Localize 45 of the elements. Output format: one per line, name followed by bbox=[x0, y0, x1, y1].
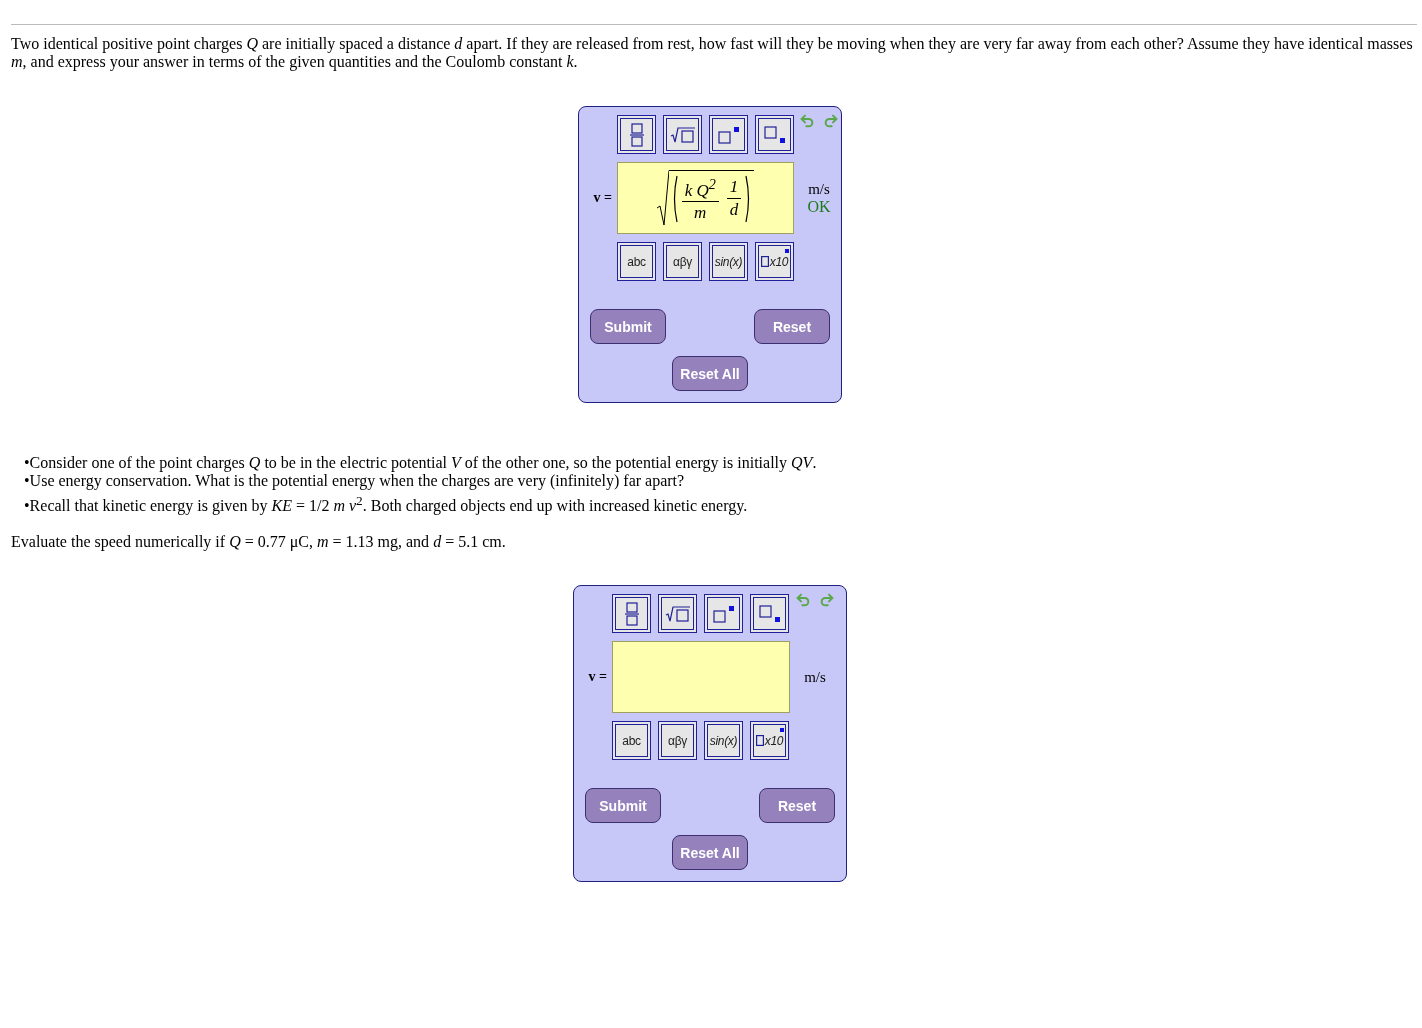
box-icon bbox=[760, 256, 769, 267]
superscript-icon bbox=[712, 604, 735, 623]
status-label: OK bbox=[807, 198, 831, 216]
scientific-notation-button[interactable]: x10 bbox=[750, 721, 789, 761]
fraction-icon bbox=[629, 122, 644, 147]
square-root-icon bbox=[664, 605, 691, 622]
template-button[interactable] bbox=[663, 115, 702, 154]
denominator: d bbox=[729, 199, 739, 220]
numerator: 1 bbox=[726, 177, 742, 199]
hint-text: •Use energy conservation. What is the potential energy when the charges are very (infinitely) far apart? bbox=[24, 472, 686, 490]
exponent-box-icon bbox=[785, 249, 789, 253]
variable-label: v = bbox=[593, 190, 612, 206]
answer-field[interactable]: k Q$^{2}$ m 1 d bbox=[617, 162, 794, 234]
palette-button[interactable]: sin(x) bbox=[709, 242, 748, 281]
denominator: m bbox=[694, 202, 707, 224]
variable-label: v = bbox=[588, 669, 607, 686]
hint-text: •Recall that kinetic energy is given by KE = 1/2 m v$^{2}$. Both charged objects end up with increased kinetic energy. bbox=[24, 492, 749, 517]
evaluate-text: Evaluate the speed numerically if Q = 0.77 μC, m = 1.13 mg, and d = 5.1 cm. bbox=[11, 533, 507, 552]
template-button[interactable] bbox=[755, 115, 794, 154]
palette-button[interactable]: αβγ bbox=[663, 242, 702, 281]
palette-button[interactable]: sin(x) bbox=[704, 721, 743, 761]
hint-text: •Consider one of the point charges Q to be in the electric potential V of the other one, so the potential energy is initially QV. bbox=[24, 454, 818, 472]
box-icon bbox=[755, 735, 764, 747]
palette-button[interactable]: αβγ bbox=[658, 721, 697, 761]
subscript-icon bbox=[763, 125, 786, 144]
fraction-icon bbox=[624, 601, 639, 626]
square-root-icon bbox=[669, 126, 696, 143]
template-button[interactable] bbox=[612, 594, 651, 634]
units-label: m/s bbox=[808, 180, 830, 198]
problem-text: Two identical positive point charges Q are initially spaced a distance d apart. If they are released from rest, how fast will they be moving when they are very far away from each other? Assume they have identical masses m, and express your answer in terms of the given quantities and the Coulomb constant k. bbox=[11, 35, 1413, 71]
units-label: m/s bbox=[804, 668, 826, 687]
template-button[interactable] bbox=[658, 594, 697, 634]
scientific-notation-button[interactable]: x10 bbox=[755, 242, 794, 281]
radical-sign-icon bbox=[656, 170, 669, 226]
numerator: k Q$^{2}$ bbox=[681, 173, 719, 203]
template-button[interactable] bbox=[750, 594, 789, 634]
subscript-icon bbox=[758, 604, 781, 623]
answer-field[interactable] bbox=[612, 641, 790, 714]
template-button[interactable] bbox=[617, 115, 656, 154]
template-button[interactable] bbox=[704, 594, 743, 634]
exponent-box-icon bbox=[780, 728, 784, 733]
palette-button[interactable]: abc bbox=[612, 721, 651, 761]
palette-button[interactable]: abc bbox=[617, 242, 656, 281]
superscript-icon bbox=[717, 125, 740, 144]
template-button[interactable] bbox=[709, 115, 748, 154]
